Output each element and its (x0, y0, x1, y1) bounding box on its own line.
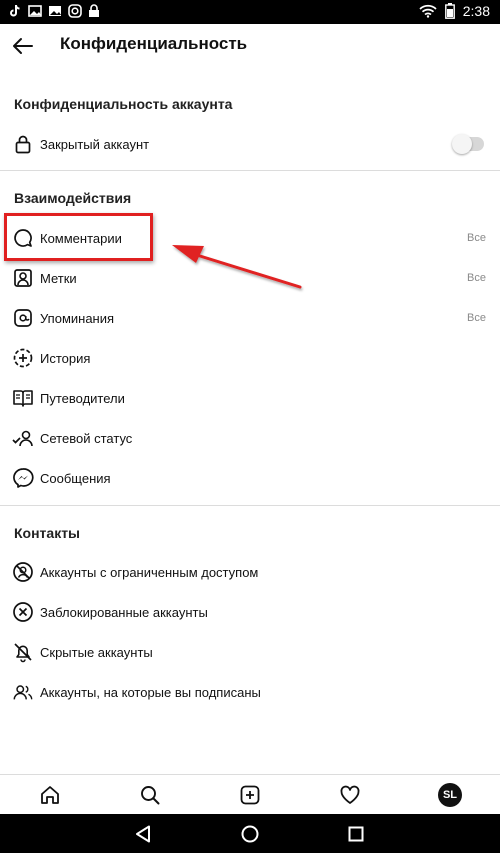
contacts-row-following[interactable]: Аккаунты, на которые вы подписаны (0, 674, 500, 710)
private-account-label: Закрытый аккаунт (40, 136, 150, 152)
at-sign-icon (12, 307, 34, 329)
profile-tab[interactable]: SL (438, 783, 462, 807)
activity-tab[interactable] (338, 783, 362, 807)
interaction-label: Сообщения (40, 470, 111, 486)
private-account-row[interactable]: Закрытый аккаунт (0, 126, 500, 162)
lock-icon (12, 133, 34, 155)
following-people-icon (12, 681, 34, 703)
arrow-left-icon (13, 38, 33, 54)
interaction-label: История (40, 350, 91, 366)
home-circle-icon (241, 825, 259, 843)
interaction-label: Метки (40, 270, 77, 286)
new-post-tab[interactable] (238, 783, 262, 807)
lock-icon (89, 4, 99, 17)
blocked-icon (12, 601, 34, 623)
status-bar: 2:38 (0, 0, 500, 24)
interaction-label: Путеводители (40, 390, 125, 406)
activity-heart-icon (340, 785, 360, 804)
image-icon (49, 6, 61, 16)
contacts-label: Заблокированные аккаунты (40, 604, 208, 620)
interaction-value: Все (467, 272, 486, 284)
app-bar: Конфиденциальность (0, 24, 500, 68)
section-title-contacts: Контакты (14, 525, 81, 541)
annotation-highlight-box (4, 213, 153, 261)
divider (0, 170, 500, 171)
toggle-knob (452, 134, 472, 154)
interaction-row-story[interactable]: История (0, 340, 500, 376)
contacts-row-muted[interactable]: Скрытые аккаунты (0, 634, 500, 670)
story-plus-icon (12, 347, 34, 369)
contacts-row-restricted[interactable]: Аккаунты с ограниченным доступом (0, 554, 500, 590)
instagram-icon (68, 4, 82, 18)
interaction-row-mentions[interactable]: Упоминания Все (0, 300, 500, 336)
home-icon (41, 786, 59, 804)
interaction-label: Упоминания (40, 310, 115, 326)
back-button[interactable] (10, 34, 36, 58)
guide-book-icon (12, 387, 34, 409)
gallery-icon (28, 5, 42, 17)
wifi-icon (419, 4, 437, 18)
interaction-row-activity-status[interactable]: Сетевой статус (0, 420, 500, 456)
tag-person-icon (12, 267, 34, 289)
interaction-row-guides[interactable]: Путеводители (0, 380, 500, 416)
section-title-interactions: Взаимодействия (14, 190, 132, 206)
private-account-toggle[interactable] (452, 134, 484, 154)
search-icon (141, 786, 160, 805)
page-title: Конфиденциальность (60, 34, 248, 53)
contacts-label: Аккаунты, на которые вы подписаны (40, 684, 261, 700)
nav-back-button[interactable] (133, 823, 155, 845)
interaction-row-messages[interactable]: Сообщения (0, 460, 500, 496)
system-icons: 2:38 (419, 3, 490, 19)
annotation-arrow (172, 245, 302, 289)
contacts-label: Скрытые аккаунты (40, 644, 153, 660)
home-tab[interactable] (38, 783, 62, 807)
new-post-icon (240, 785, 260, 805)
contacts-label: Аккаунты с ограниченным доступом (40, 564, 259, 580)
notification-icons (8, 4, 100, 18)
android-nav-bar (0, 814, 500, 853)
search-tab[interactable] (138, 783, 162, 807)
interaction-value: Все (467, 312, 486, 324)
tiktok-icon (10, 4, 20, 17)
messenger-icon (12, 467, 34, 489)
interaction-value: Все (467, 232, 486, 244)
muted-bell-icon (12, 641, 34, 663)
contacts-row-blocked[interactable]: Заблокированные аккаунты (0, 594, 500, 630)
activity-status-icon (12, 427, 34, 449)
divider (0, 505, 500, 506)
recents-square-icon (348, 826, 364, 842)
back-triangle-icon (136, 825, 150, 843)
clock: 2:38 (462, 3, 490, 19)
bottom-tab-bar: SL (0, 774, 500, 815)
restricted-icon (12, 561, 34, 583)
nav-home-button[interactable] (239, 823, 261, 845)
nav-recents-button[interactable] (345, 823, 367, 845)
profile-avatar: SL (438, 783, 462, 807)
interaction-label: Сетевой статус (40, 430, 133, 446)
battery-icon (444, 3, 455, 19)
section-title-account-privacy: Конфиденциальность аккаунта (14, 96, 233, 112)
